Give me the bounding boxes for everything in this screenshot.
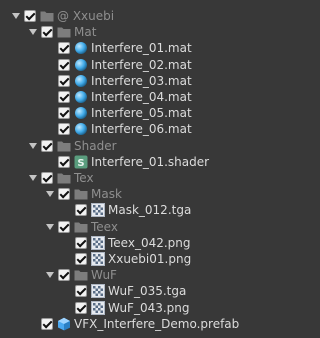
include-checkbox[interactable] [58, 107, 70, 120]
texture-icon [90, 283, 106, 299]
tree-file-row[interactable]: Interfere_05.mat [0, 105, 282, 121]
prefab-icon [56, 316, 72, 332]
tree-folder-row[interactable]: Mat [0, 24, 282, 40]
include-checkbox[interactable] [75, 285, 87, 298]
expand-arrow-icon[interactable] [46, 272, 54, 279]
tree-item-label: Interfere_02.mat [91, 57, 192, 72]
expand-arrow-icon[interactable] [29, 142, 37, 149]
expand-arrow-icon[interactable] [12, 13, 20, 19]
texture-icon [90, 235, 106, 251]
tree-item-label: Mask [91, 187, 122, 202]
include-checkbox[interactable] [41, 172, 53, 184]
include-checkbox[interactable] [58, 155, 70, 168]
tree-item-label: Mask_012.tga [108, 203, 192, 218]
tree-item-label: Teex [91, 219, 118, 234]
tree-folder-row[interactable]: Mask [0, 186, 282, 202]
tree-file-row[interactable]: S Interfere_01.shader [0, 154, 282, 170]
tree-file-row[interactable]: WuF_035.tga [0, 283, 282, 299]
tree-folder-row[interactable]: Teex [0, 219, 282, 235]
tree-item-label: Interfere_01.shader [91, 154, 210, 169]
tree-file-row[interactable]: Interfere_02.mat [0, 57, 282, 73]
tree-file-row[interactable]: Interfere_01.mat [0, 40, 282, 56]
folder-icon [73, 219, 89, 235]
include-checkbox[interactable] [58, 220, 70, 233]
tree-item-label: Xxuebi01.png [108, 252, 192, 266]
tree-file-row[interactable]: WuF_043.png [0, 300, 282, 316]
tree-file-row[interactable]: Teex_042.png [0, 235, 282, 251]
tree-item-label: Tex [74, 171, 94, 185]
include-checkbox[interactable] [75, 301, 87, 314]
folder-icon [73, 267, 89, 283]
material-icon [73, 73, 89, 89]
tree-folder-row[interactable]: Shader [0, 138, 282, 154]
expand-arrow-icon[interactable] [29, 175, 37, 181]
asset-tree: @ Xxuebi Mat Interfere_01.mat Interfere_… [0, 0, 282, 338]
texture-icon [90, 251, 106, 267]
tree-file-row[interactable]: Xxuebi01.png [0, 251, 282, 267]
tree-file-row[interactable]: Interfere_06.mat [0, 121, 282, 137]
tree-folder-row[interactable]: @ Xxuebi [0, 8, 282, 24]
tree-item-label: Teex_042.png [108, 235, 191, 250]
tree-item-label: WuF_035.tga [108, 284, 187, 299]
include-checkbox[interactable] [58, 91, 70, 103]
tree-item-label: VFX_Interfere_Demo.prefab [74, 316, 240, 331]
tree-item-label: WuF [91, 268, 117, 283]
folder-icon [56, 170, 72, 186]
material-icon [73, 121, 89, 137]
tree-item-label: Interfere_04.mat [91, 90, 192, 104]
material-icon [73, 89, 89, 105]
tree-item-label: Shader [74, 138, 117, 153]
expand-arrow-icon[interactable] [46, 191, 54, 198]
tree-item-label: Interfere_01.mat [91, 41, 192, 56]
texture-icon [90, 202, 106, 218]
expand-arrow-icon[interactable] [29, 29, 37, 36]
include-checkbox[interactable] [41, 26, 53, 39]
include-checkbox[interactable] [58, 123, 70, 136]
include-checkbox[interactable] [58, 188, 70, 201]
tree-item-label: @ Xxuebi [57, 9, 115, 23]
tree-item-label: Mat [74, 25, 97, 40]
include-checkbox[interactable] [24, 10, 36, 22]
folder-icon [56, 138, 72, 154]
tree-item-label: WuF_043.png [108, 300, 190, 315]
material-icon [73, 40, 89, 56]
tree-folder-row[interactable]: Tex [0, 170, 282, 186]
include-checkbox[interactable] [41, 317, 53, 330]
include-checkbox[interactable] [41, 139, 53, 152]
tree-item-label: Interfere_06.mat [91, 122, 192, 137]
include-checkbox[interactable] [58, 269, 70, 282]
tree-file-row[interactable]: Mask_012.tga [0, 202, 282, 218]
tree-file-row[interactable]: Interfere_03.mat [0, 73, 282, 89]
folder-icon [73, 186, 89, 202]
tree-item-label: Interfere_03.mat [91, 73, 192, 88]
material-icon [73, 57, 89, 73]
tree-file-row[interactable]: Interfere_04.mat [0, 89, 282, 105]
folder-icon [56, 24, 72, 40]
include-checkbox[interactable] [75, 236, 87, 249]
include-checkbox[interactable] [58, 42, 70, 55]
include-checkbox[interactable] [58, 58, 70, 71]
texture-icon [90, 300, 106, 316]
svg-text:S: S [77, 158, 84, 169]
material-icon [73, 105, 89, 121]
folder-icon [39, 8, 55, 24]
tree-file-row[interactable]: VFX_Interfere_Demo.prefab [0, 316, 282, 332]
tree-folder-row[interactable]: WuF [0, 267, 282, 283]
include-checkbox[interactable] [58, 74, 70, 87]
shader-icon: S [73, 154, 89, 170]
tree-item-label: Interfere_05.mat [91, 106, 192, 121]
include-checkbox[interactable] [75, 204, 87, 217]
include-checkbox[interactable] [75, 253, 87, 265]
expand-arrow-icon[interactable] [46, 223, 54, 230]
